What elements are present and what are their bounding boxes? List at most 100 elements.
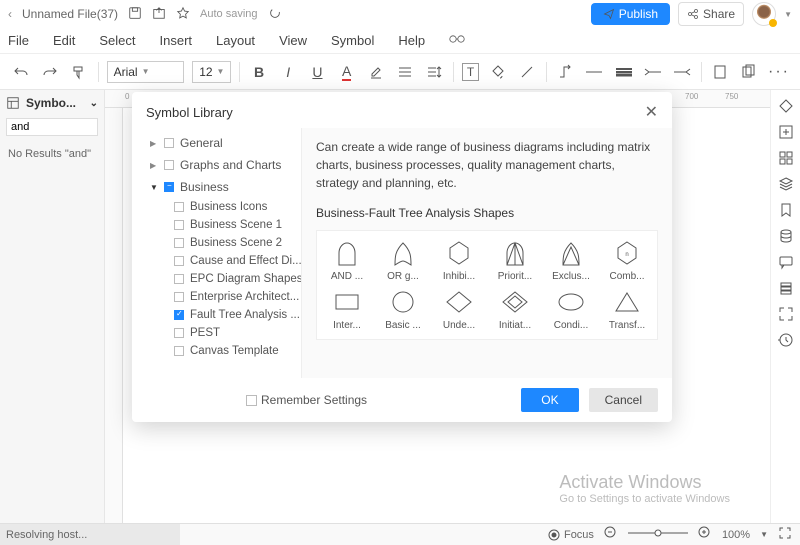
publish-button[interactable]: Publish	[591, 3, 670, 25]
highlight-icon[interactable]	[365, 61, 386, 83]
glasses-icon[interactable]	[449, 33, 465, 48]
category-description: Can create a wide range of business diag…	[316, 138, 658, 192]
menu-layout[interactable]: Layout	[216, 33, 255, 48]
tree-sub-cause[interactable]: Cause and Effect Di...	[132, 252, 301, 270]
arrow-end-icon[interactable]	[671, 61, 692, 83]
tree-sub-ea[interactable]: Enterprise Architect...	[132, 288, 301, 306]
share-label: Share	[703, 7, 735, 21]
menubar: File Edit Select Insert Layout View Symb…	[0, 28, 800, 54]
shape-inhibit[interactable]: Inhibi...	[433, 239, 485, 282]
plus-box-icon[interactable]	[778, 124, 794, 140]
tree-sub-icons[interactable]: Business Icons	[132, 198, 301, 216]
search-input[interactable]	[6, 118, 98, 136]
font-color-icon[interactable]: A	[336, 61, 357, 83]
menu-help[interactable]: Help	[398, 33, 425, 48]
shape-basic[interactable]: Basic ...	[377, 288, 429, 331]
avatar[interactable]	[752, 2, 776, 26]
comment-icon[interactable]	[778, 254, 794, 270]
shape-undeveloped[interactable]: Unde...	[433, 288, 485, 331]
underline-icon[interactable]: U	[307, 61, 328, 83]
fullscreen-icon[interactable]	[778, 526, 792, 543]
shape-combination[interactable]: nComb...	[601, 239, 653, 282]
history-icon[interactable]	[778, 332, 794, 348]
undo-icon[interactable]	[10, 61, 31, 83]
line-spacing-icon[interactable]	[424, 61, 445, 83]
menu-symbol[interactable]: Symbol	[331, 33, 374, 48]
shape-exclusive[interactable]: Exclus...	[545, 239, 597, 282]
tree-cat-general[interactable]: ▶General	[132, 132, 301, 154]
remember-settings-checkbox[interactable]: Remember Settings	[246, 393, 367, 407]
menu-insert[interactable]: Insert	[160, 33, 193, 48]
zoom-slider[interactable]	[628, 528, 688, 541]
database-icon[interactable]	[778, 228, 794, 244]
page-icon[interactable]	[710, 61, 731, 83]
diamond-icon[interactable]	[778, 98, 794, 114]
more-icon[interactable]: ···	[768, 61, 790, 83]
grid-icon[interactable]	[778, 150, 794, 166]
zoom-out-icon[interactable]	[604, 526, 618, 543]
menu-edit[interactable]: Edit	[53, 33, 75, 48]
menu-file[interactable]: File	[8, 33, 29, 48]
export-icon[interactable]	[152, 6, 166, 23]
dialog-main: Can create a wide range of business diag…	[302, 128, 672, 378]
connector-icon[interactable]	[555, 61, 576, 83]
italic-icon[interactable]: I	[278, 61, 299, 83]
save-icon[interactable]	[128, 6, 142, 23]
text-tool-icon[interactable]: T	[462, 63, 479, 81]
arrow-start-icon[interactable]	[642, 61, 663, 83]
shape-transfer[interactable]: Transf...	[601, 288, 653, 331]
shape-intermediate[interactable]: Inter...	[321, 288, 373, 331]
left-panel: Symbo... ⌄ No Results "and"	[0, 90, 105, 523]
pages-icon[interactable]	[739, 61, 760, 83]
fill-icon[interactable]	[487, 61, 508, 83]
left-panel-header[interactable]: Symbo... ⌄	[0, 90, 104, 116]
shape-or-gate[interactable]: OR g...	[377, 239, 429, 282]
windows-watermark: Activate Windows Go to Settings to activ…	[559, 472, 730, 505]
tree-sub-scene1[interactable]: Business Scene 1	[132, 216, 301, 234]
line-weight-icon[interactable]	[613, 61, 634, 83]
line-style-icon[interactable]	[584, 61, 605, 83]
format-painter-icon[interactable]	[68, 61, 89, 83]
publish-label: Publish	[619, 7, 658, 21]
align-icon[interactable]	[394, 61, 415, 83]
focus-toggle[interactable]: Focus	[548, 529, 594, 541]
titlebar: ‹ Unnamed File(37) Auto saving Publish S…	[0, 0, 800, 28]
bold-icon[interactable]: B	[248, 61, 269, 83]
symbol-library-dialog: Symbol Library ✕ ▶General ▶Graphs and Ch…	[132, 92, 672, 422]
left-panel-title: Symbo...	[26, 96, 76, 110]
share-button[interactable]: Share	[678, 2, 744, 26]
zoom-in-icon[interactable]	[698, 526, 712, 543]
tree-cat-graphs[interactable]: ▶Graphs and Charts	[132, 154, 301, 176]
shape-conditioning[interactable]: Condi...	[545, 288, 597, 331]
layers-icon[interactable]	[778, 176, 794, 192]
loading-spinner-icon	[268, 6, 282, 23]
cancel-button[interactable]: Cancel	[589, 388, 658, 412]
section-title: Business-Fault Tree Analysis Shapes	[316, 206, 658, 220]
font-select[interactable]: Arial▼	[107, 61, 185, 83]
star-icon[interactable]	[176, 6, 190, 23]
close-icon[interactable]: ✕	[645, 102, 658, 122]
tree-sub-scene2[interactable]: Business Scene 2	[132, 234, 301, 252]
stack-icon[interactable]	[778, 280, 794, 296]
back-icon[interactable]: ‹	[8, 7, 12, 21]
shape-priority[interactable]: Priorit...	[489, 239, 541, 282]
line-icon[interactable]	[516, 61, 537, 83]
chevron-down-icon: ⌄	[90, 98, 98, 109]
expand-icon[interactable]	[778, 306, 794, 322]
dialog-footer: Remember Settings OK Cancel	[132, 378, 672, 422]
dropdown-caret-icon[interactable]: ▼	[784, 10, 792, 19]
bookmark-icon[interactable]	[778, 202, 794, 218]
tree-sub-fta[interactable]: Fault Tree Analysis ...	[132, 306, 301, 324]
tree-sub-canvas[interactable]: Canvas Template	[132, 342, 301, 360]
tree-sub-epc[interactable]: EPC Diagram Shapes	[132, 270, 301, 288]
shape-initiating[interactable]: Initiat...	[489, 288, 541, 331]
menu-view[interactable]: View	[279, 33, 307, 48]
font-size-select[interactable]: 12▼	[192, 61, 231, 83]
chevron-down-icon[interactable]: ▼	[760, 530, 768, 539]
ok-button[interactable]: OK	[521, 388, 578, 412]
shape-and-gate[interactable]: AND ...	[321, 239, 373, 282]
tree-sub-pest[interactable]: PEST	[132, 324, 301, 342]
menu-select[interactable]: Select	[99, 33, 135, 48]
redo-icon[interactable]	[39, 61, 60, 83]
tree-cat-business[interactable]: ▼−Business	[132, 176, 301, 198]
